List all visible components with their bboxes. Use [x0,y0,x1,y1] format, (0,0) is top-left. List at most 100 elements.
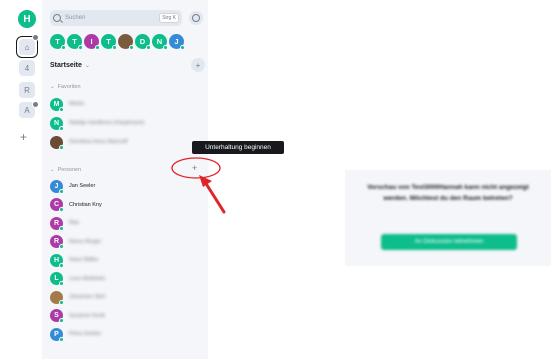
presence-dot [59,225,64,231]
room-list-item[interactable]: Dorothea Hunz Mannoff [50,135,205,150]
room-list-item[interactable]: Johannes Sieh [50,290,205,305]
room-list-item[interactable]: J Jan Seeler [50,179,205,194]
join-discussion-button[interactable]: An Diskussion teilnehmen [381,234,517,250]
room-name: Hans Wiltke [69,257,99,263]
chevron-down-icon: ⌄ [50,84,55,90]
chevron-down-icon[interactable]: ⌄ [85,62,90,69]
home-title[interactable]: Startseite [50,62,82,69]
people-section-header[interactable]: ⌄ Personen [50,167,81,173]
avatar: N [50,116,64,131]
presence-dot [59,188,64,194]
preview-message: Vorschau von Test3000Hannah kann nicht a… [367,184,529,202]
avatar: H [50,253,64,268]
room-list-item[interactable]: N Natalja Sandkova (Hauptraum) [50,116,205,131]
space-rail: H ⌂ 4 R A + [14,6,42,356]
presence-dot [78,45,83,50]
presence-dot [180,45,185,50]
presence-dot [95,45,100,50]
avatar-initial: M [53,100,60,108]
home-header: Startseite ⌄ + [50,58,205,72]
room-name: Johannes Sieh [69,294,106,300]
chevron-down-icon: ⌄ [50,167,55,173]
avatar-initial: H [53,256,60,264]
room-list-item[interactable]: H Hans Wiltke [50,253,205,268]
recent-room-avatar[interactable]: T [101,34,117,50]
room-list-item[interactable]: P Petra Seeber [50,327,205,342]
room-name: Rita [69,220,79,226]
room-name: Jan Seeler [69,183,96,189]
room-list-item[interactable]: R Rita [50,216,205,231]
recent-room-avatar[interactable]: J [169,34,185,50]
room-name: Petra Seeber [69,331,102,337]
start-chat-button[interactable]: + [192,163,197,173]
search-icon [53,14,61,22]
avatar: J [50,179,64,194]
avatar-initial: R [53,238,60,245]
room-name: Marko [69,101,85,107]
avatar: M [50,97,64,112]
avatar: R [50,235,64,249]
recent-room-avatar[interactable] [118,34,134,50]
presence-dot [59,106,64,112]
notification-badge [32,34,39,41]
avatar: L [50,272,64,286]
avatar: S [50,309,64,323]
room-name: Leon Mobhelm [69,275,106,282]
presence-dot [59,244,64,249]
keyboard-shortcut-badge: Strg K [159,13,179,23]
favorites-header-label: Favoriten [57,84,81,90]
home-icon: ⌂ [19,39,35,55]
room-list-item[interactable]: C Christian Kny [50,198,205,212]
user-avatar[interactable]: H [18,10,36,28]
presence-dot [59,125,64,131]
avatar: R [50,216,64,231]
presence-dot [146,45,151,50]
recent-room-avatar[interactable]: I [84,34,100,50]
avatar-initial: S [54,312,59,319]
room-list-item[interactable]: S Susanne Knolt [50,309,205,323]
avatar-initial: C [53,201,60,208]
room-name: Christian Kny [69,201,102,208]
room-preview-card: Vorschau von Test3000Hannah kann nicht a… [345,170,551,266]
recent-room-avatar[interactable]: D [135,34,151,50]
search-input[interactable]: Suchen Strg K [50,10,182,26]
avatar-initial: J [54,182,59,190]
explore-rooms-button[interactable] [189,11,203,25]
tooltip: Unterhaltung beginnen [192,141,284,154]
presence-dot [59,262,64,268]
people-header-label: Personen [57,167,82,173]
presence-dot [59,281,64,286]
presence-dot [163,45,168,50]
room-name: Susanne Knolt [69,312,105,319]
space-button[interactable]: 4 [19,60,35,76]
presence-dot [59,207,64,212]
recent-room-avatar[interactable]: N [152,34,168,50]
avatar [50,290,64,305]
favorites-section-header[interactable]: ⌄ Favoriten [50,84,81,90]
create-space-button[interactable]: + [20,130,27,144]
avatar: P [50,327,64,342]
presence-dot [59,318,64,323]
recent-room-avatar[interactable]: T [50,34,66,50]
space-button[interactable]: R [19,82,35,98]
room-list-panel: Suchen Strg K TTITDNJ Startseite ⌄ + ⌄ F… [42,0,208,359]
avatar-initial: L [54,275,59,282]
presence-dot [61,45,66,50]
room-list-item[interactable]: L Leon Mobhelm [50,272,205,286]
presence-dot [129,45,134,50]
notification-badge [32,101,39,108]
add-room-button[interactable]: + [191,58,205,72]
room-list-item[interactable]: M Marko [50,97,205,112]
room-name: Natalja Sandkova (Hauptraum) [69,120,145,126]
avatar-initial: P [54,330,59,338]
room-name: Remo Ringer [69,238,102,245]
presence-dot [59,144,64,150]
room-name: Dorothea Hunz Mannoff [69,139,128,145]
presence-dot [59,336,64,342]
recent-room-avatar[interactable]: T [67,34,83,50]
room-list-item[interactable]: R Remo Ringer [50,235,205,249]
avatar-initial: N [53,119,60,127]
avatar: C [50,198,64,212]
avatar [50,135,64,150]
search-placeholder: Suchen [65,15,86,21]
